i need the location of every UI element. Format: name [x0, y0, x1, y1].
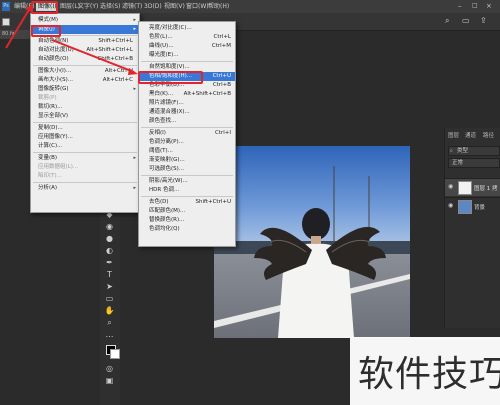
- annotation-arrow-2: [51, 39, 135, 73]
- watermark: 软件技巧: [358, 354, 500, 395]
- annotation-arrowhead-2: [128, 68, 138, 75]
- annotation-arrow-1: [5, 7, 31, 49]
- annotation-arrowhead-1: [25, 4, 33, 12]
